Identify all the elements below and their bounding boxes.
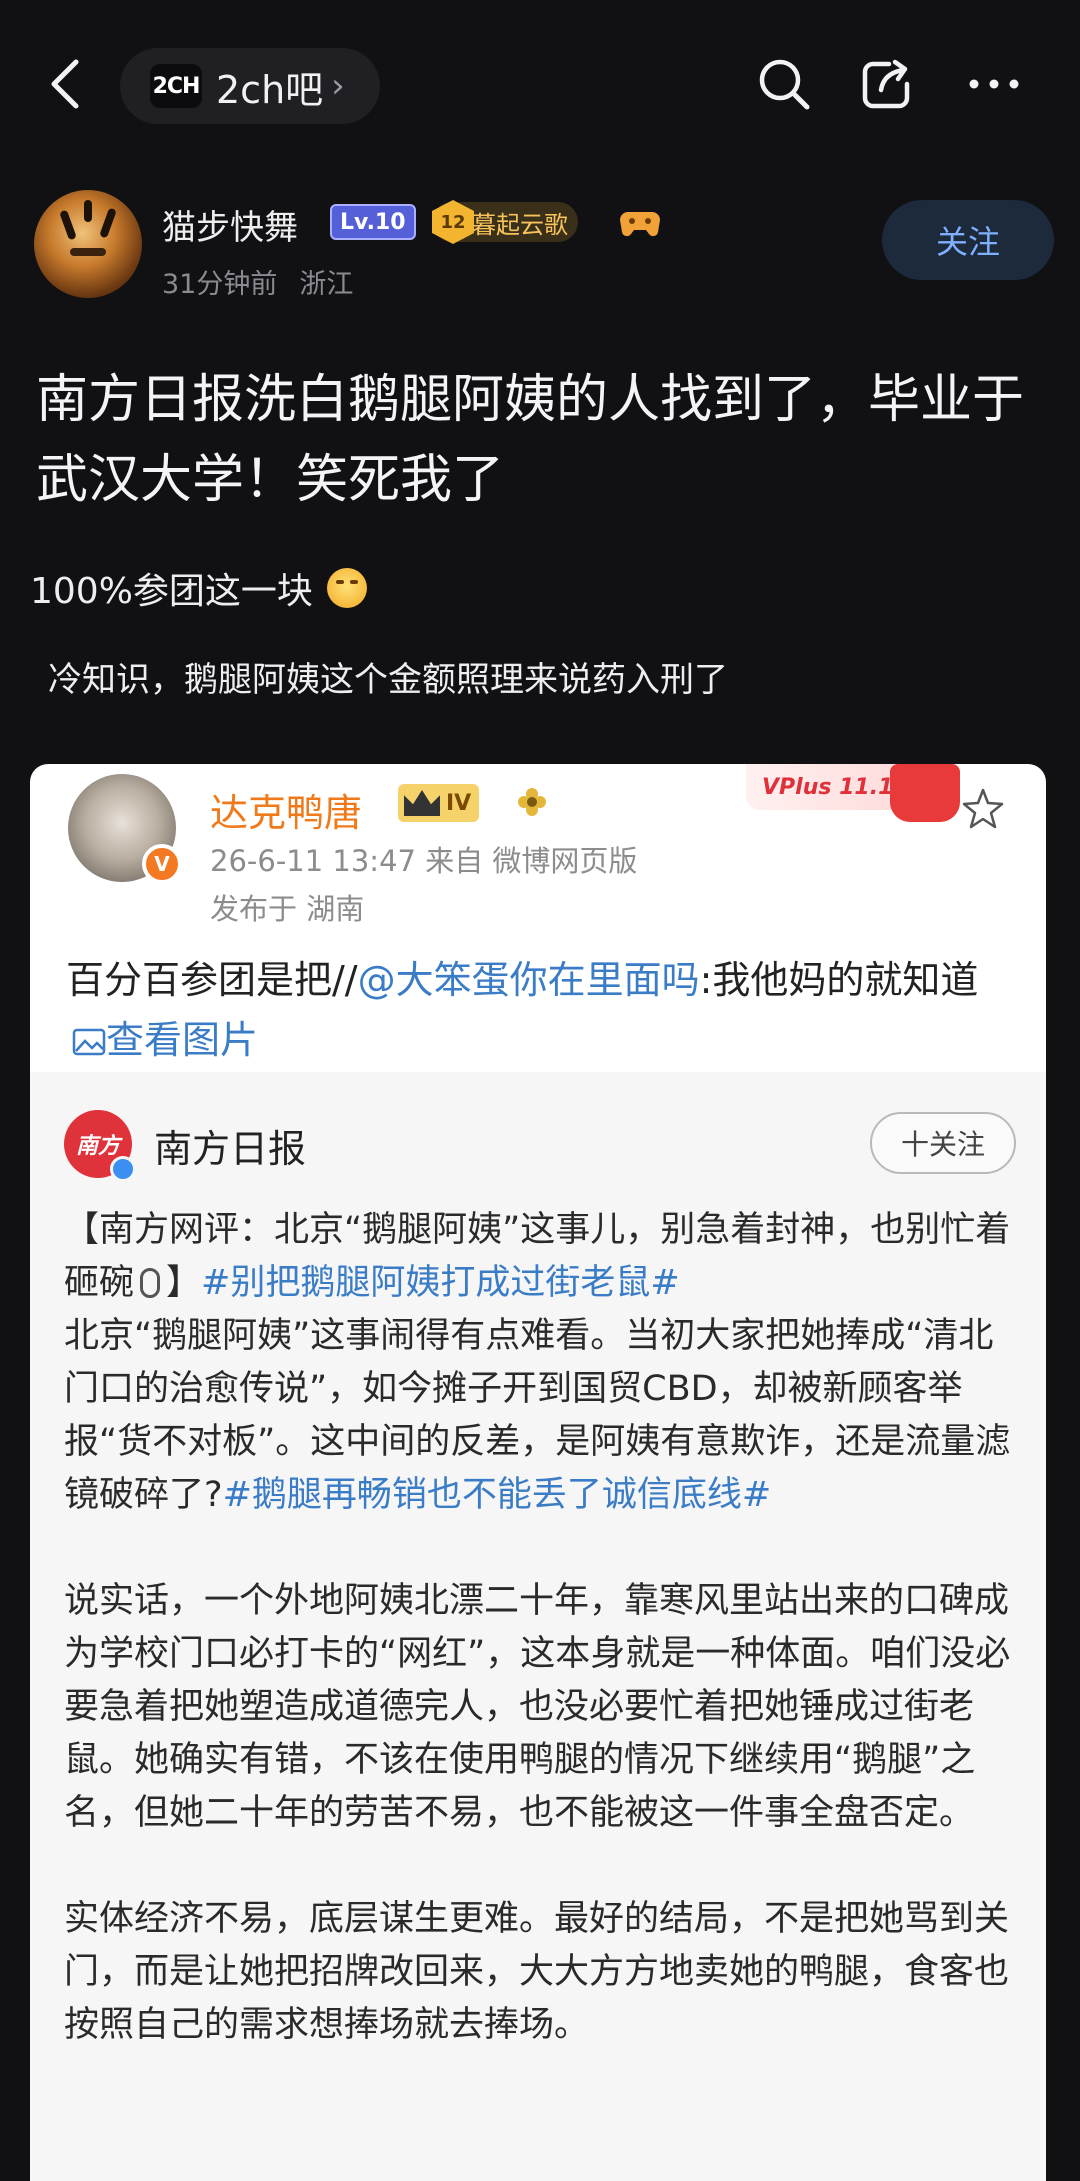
forum-entry-pill[interactable]: 2CH 2ch吧 › — [120, 48, 380, 124]
hashtag-2: #鹅腿再畅销也不能丢了诚信底线# — [222, 1475, 772, 1515]
weibo-location: 发布于 湖南 — [210, 892, 365, 926]
weibo-user-name: 达克鸭唐 — [210, 791, 363, 835]
weibo-content: 百分百参团是把//@大笨蛋你在里面吗:我他妈的就知道 查看图片 — [66, 950, 1016, 1070]
author-meta: 31分钟前 浙江 — [162, 262, 353, 301]
forum-logo: 2CH — [150, 64, 202, 108]
repost-paragraph-3: 实体经济不易，底层谋生更难。最好的结局，不是把她骂到关门，而是让她把招牌改回来，… — [64, 1899, 1010, 2045]
forum-name: 2ch吧 — [216, 67, 324, 112]
back-button[interactable] — [40, 52, 90, 116]
more-button[interactable] — [962, 52, 1026, 116]
microphone-icon — [140, 1268, 161, 1298]
weibo-verified-badge: V — [142, 844, 182, 884]
search-icon — [759, 59, 810, 110]
repost-follow-button: 十关注 — [870, 1112, 1016, 1174]
weibo-crown-badge: IV — [398, 784, 480, 822]
weibo-time-source: 26-6-11 13:47 来自 微博网页版 — [210, 844, 638, 878]
search-button[interactable] — [752, 52, 816, 116]
member-title-badge: 12 暮起云歌 — [432, 200, 578, 244]
embedded-screenshot-image[interactable]: V 达克鸭唐 IV VPlus 11.11 26-6-11 13:47 来自 微… — [30, 764, 1046, 2181]
repost-paragraph-2: 说实话，一个外地阿姨北漂二十年，靠寒风里站出来的口碑成为学校门口必打卡的“网红”… — [64, 1581, 1011, 1833]
top-navigation-bar: 2CH 2ch吧 › — [0, 0, 1080, 170]
badge-number: 12 — [432, 200, 474, 244]
star-icon — [962, 788, 1004, 829]
post-time: 31分钟前 — [162, 269, 278, 300]
post-location: 浙江 — [299, 269, 354, 300]
author-avatar[interactable] — [34, 190, 142, 298]
weibo-content-prefix: 百分百参团是把// — [66, 958, 358, 1002]
red-bag-icon — [890, 764, 960, 822]
author-name[interactable]: 猫步快舞 — [162, 200, 298, 249]
post-text-line: 100%参团这一块 — [30, 562, 367, 614]
post-text-1: 100%参团这一块 — [30, 571, 313, 612]
share-button[interactable] — [855, 52, 919, 116]
level-badge: Lv.10 — [330, 204, 416, 240]
weibo-content-suffix: :我他妈的就知道 — [699, 958, 979, 1002]
hashtag-1: #别把鹅腿阿姨打成过街老鼠# — [201, 1263, 680, 1303]
weibo-mention-link: @大笨蛋你在里面吗 — [357, 958, 700, 1002]
more-dots-icon — [969, 79, 1019, 89]
repost-account-name: 南方日报 — [154, 1127, 307, 1171]
post-text-2: 冷知识，鹅腿阿姨这个金额照理来说药入刑了 — [48, 660, 728, 700]
badge-title: 暮起云歌 — [472, 210, 568, 239]
back-arrow-icon — [51, 59, 79, 109]
verified-check-icon — [110, 1156, 136, 1182]
repost-body: 【南方网评：北京“鹅腿阿姨”这事儿，别急着封神，也别忙着砸碗 】#别把鹅腿阿姨打成… — [64, 1204, 1020, 2052]
share-icon — [862, 59, 910, 109]
author-row: 猫步快舞 Lv.10 12 暮起云歌 31分钟前 浙江 关注 — [30, 186, 1054, 306]
flower-icon — [518, 788, 546, 816]
repost-block: 南方 南方日报 十关注 【南方网评：北京“鹅腿阿姨”这事儿，别急着封神，也别忙着… — [30, 1072, 1046, 2181]
view-image-link: 查看图片 — [106, 1018, 259, 1062]
follow-button[interactable]: 关注 — [882, 200, 1054, 280]
gamepad-icon — [620, 212, 660, 237]
chevron-right-icon: › — [331, 66, 345, 106]
post-title: 南方日报洗白鹅腿阿姨的人找到了，毕业于武汉大学！笑死我了 — [36, 370, 1025, 510]
repost-paragraph-1: 【南方网评：北京“鹅腿阿姨”这事儿，别急着封神，也别忙着砸碗 】#别把鹅腿阿姨打成… — [64, 1210, 1011, 1515]
laughing-emoji-icon — [326, 568, 367, 608]
image-icon — [72, 1028, 106, 1056]
